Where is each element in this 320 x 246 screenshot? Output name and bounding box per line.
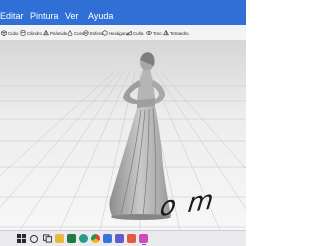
- canvas-viewport[interactable]: o m: [0, 41, 246, 230]
- tool-hexagono[interactable]: Hexágono: [102, 27, 129, 39]
- store-icon[interactable]: [103, 234, 112, 243]
- paint3d-icon[interactable]: [139, 234, 148, 243]
- shapes-toolbar: Cubo Cilindro Pirámide Cono Esfera Hexág…: [0, 25, 246, 41]
- tool-label: Cilindro: [27, 30, 42, 36]
- wedge-icon: [126, 30, 132, 36]
- dancer-figure-model[interactable]: [85, 46, 175, 221]
- windows-icon[interactable]: [17, 234, 26, 243]
- sphere-icon: [83, 30, 89, 36]
- tool-piramide[interactable]: Pirámide: [43, 27, 67, 39]
- tool-tetraedro[interactable]: Tetraedro: [163, 27, 189, 39]
- app-icon[interactable]: [115, 234, 124, 243]
- tool-cilindro[interactable]: Cilindro: [20, 27, 42, 39]
- tool-label: Cuña: [133, 30, 144, 36]
- cone-icon: [67, 30, 73, 36]
- tool-label: Pirámide: [50, 30, 68, 36]
- cylinder-icon: [20, 30, 26, 36]
- hexagon-icon: [102, 30, 108, 36]
- tool-esfera[interactable]: Esfera: [83, 27, 103, 39]
- taskbar: [0, 230, 246, 246]
- excel-icon[interactable]: [67, 234, 76, 243]
- tool-label: Tetraedro: [170, 30, 189, 36]
- menu-editar[interactable]: Editar: [0, 11, 24, 21]
- pyramid-icon: [43, 30, 49, 36]
- app-icon-2[interactable]: [127, 234, 136, 243]
- file-explorer-icon[interactable]: [55, 234, 64, 243]
- edge-icon[interactable]: [79, 234, 88, 243]
- tool-toro[interactable]: Toro: [146, 27, 162, 39]
- tool-label: Toro: [153, 30, 162, 36]
- menu-pintura[interactable]: Pintura: [30, 11, 59, 21]
- menu-bar: Editar Pintura Ver Ayuda: [0, 0, 246, 25]
- tool-cubo[interactable]: Cubo: [1, 27, 19, 39]
- torus-icon: [146, 31, 152, 35]
- tool-label: Esfera: [90, 30, 103, 36]
- tool-label: Cubo: [8, 30, 19, 36]
- tetrahedron-icon: [163, 30, 169, 36]
- menu-ayuda[interactable]: Ayuda: [88, 11, 113, 21]
- chrome-icon[interactable]: [91, 234, 100, 243]
- tool-cono[interactable]: Cono: [67, 27, 85, 39]
- cube-icon: [1, 30, 7, 36]
- task-view-icon[interactable]: [43, 234, 52, 243]
- menu-ver[interactable]: Ver: [65, 11, 79, 21]
- tool-cuna[interactable]: Cuña: [126, 27, 144, 39]
- active-app-indicator: [141, 244, 146, 245]
- search-icon[interactable]: [30, 235, 38, 243]
